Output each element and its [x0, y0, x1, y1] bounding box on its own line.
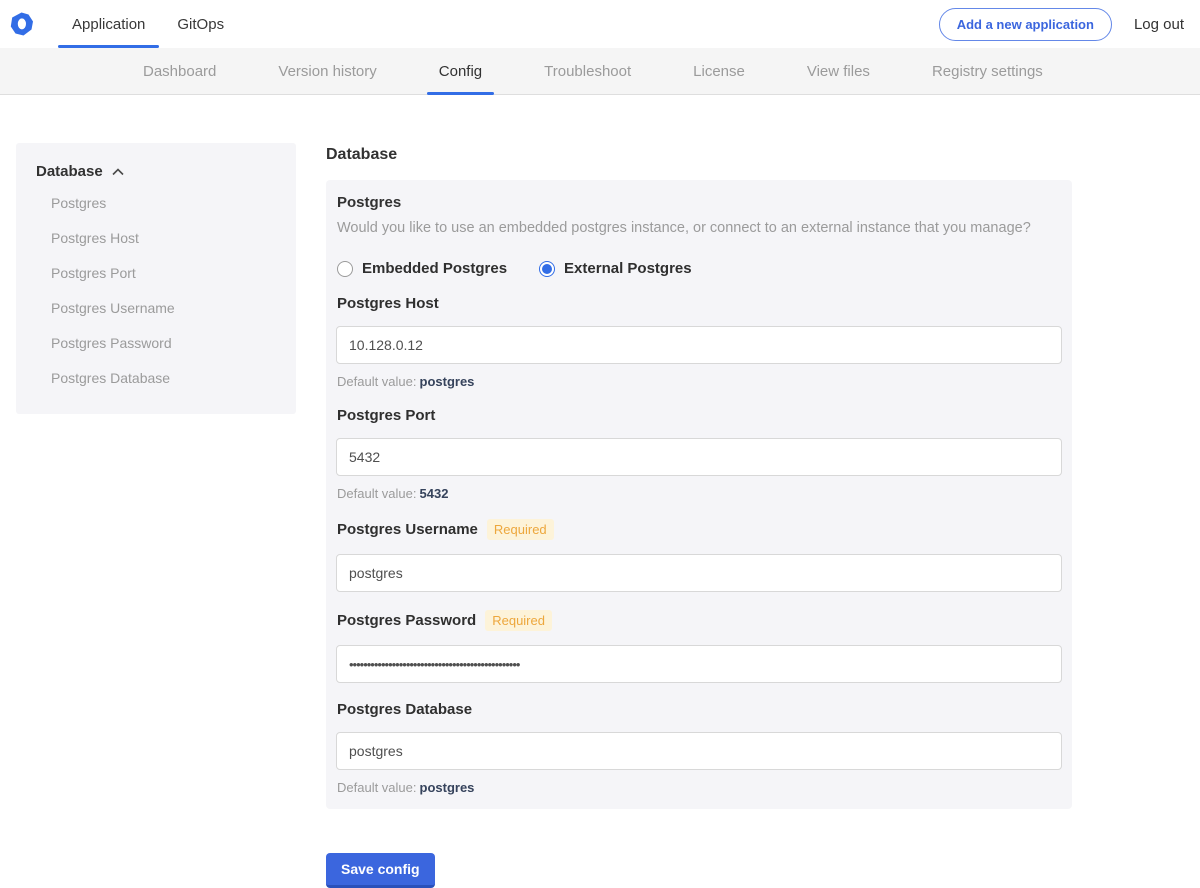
config-page: Database Postgres Postgres Host Postgres… — [0, 95, 1200, 888]
tab-troubleshoot[interactable]: Troubleshoot — [544, 48, 631, 95]
field-label-text: Postgres Database — [337, 701, 473, 718]
radio-circle-icon[interactable] — [539, 260, 556, 277]
default-value-row: Default value: 5432 — [337, 486, 1062, 501]
default-value-label: Default value: — [337, 780, 417, 795]
logout-button[interactable]: Log out — [1134, 16, 1184, 33]
default-value-label: Default value: — [337, 486, 417, 501]
sidebar-item-postgres[interactable]: Postgres — [26, 186, 286, 221]
group-help-text: Would you like to use an embedded postgr… — [337, 220, 1031, 236]
default-value: postgres — [419, 780, 475, 795]
chevron-up-icon — [112, 167, 124, 175]
field-label-text: Postgres Host — [337, 295, 439, 312]
postgres-type-radio-group: Embedded Postgres External Postgres — [337, 260, 1062, 277]
sidebar-item-postgres-host[interactable]: Postgres Host — [26, 221, 286, 256]
default-value-label: Default value: — [337, 374, 417, 389]
field-label-postgres-host: Postgres Host — [337, 295, 1062, 312]
config-main: Database Postgres Would you like to use … — [326, 143, 1072, 888]
sidebar-group-label: Database — [36, 163, 103, 180]
add-application-button[interactable]: Add a new application — [938, 7, 1112, 41]
field-label-postgres-username: Postgres Username Required — [337, 519, 1062, 540]
nav-tab-application[interactable]: Application — [56, 0, 161, 48]
group-title: Postgres — [337, 194, 402, 211]
radio-embedded-postgres[interactable]: Embedded Postgres — [337, 260, 507, 277]
default-value: 5432 — [419, 486, 449, 501]
page-title: Database — [326, 146, 398, 163]
save-config-button[interactable]: Save config — [326, 853, 435, 888]
default-value: postgres — [419, 374, 475, 389]
nav-tab-gitops[interactable]: GitOps — [161, 0, 240, 48]
field-label-postgres-database: Postgres Database — [337, 701, 1062, 718]
sidebar-item-postgres-password[interactable]: Postgres Password — [26, 326, 286, 361]
postgres-host-input[interactable] — [336, 326, 1062, 364]
tab-view-files[interactable]: View files — [807, 48, 870, 95]
radio-external-postgres[interactable]: External Postgres — [539, 260, 692, 277]
postgres-password-input[interactable] — [336, 645, 1062, 683]
required-badge: Required — [485, 610, 552, 631]
sidebar-group-database[interactable]: Database — [26, 163, 286, 180]
tab-license[interactable]: License — [693, 48, 745, 95]
tab-registry-settings[interactable]: Registry settings — [932, 48, 1043, 95]
sidebar-item-postgres-username[interactable]: Postgres Username — [26, 291, 286, 326]
field-label-text: Postgres Password — [337, 612, 477, 629]
sidebar-item-postgres-port[interactable]: Postgres Port — [26, 256, 286, 291]
field-label-text: Postgres Port — [337, 407, 436, 424]
app-logo-icon — [10, 12, 34, 36]
radio-label: Embedded Postgres — [362, 260, 508, 277]
field-label-postgres-port: Postgres Port — [337, 407, 1062, 424]
postgres-username-input[interactable] — [336, 554, 1062, 592]
default-value-row: Default value: postgres — [337, 780, 1062, 795]
postgres-database-input[interactable] — [336, 732, 1062, 770]
default-value-row: Default value: postgres — [337, 374, 1062, 389]
config-sidebar: Database Postgres Postgres Host Postgres… — [16, 143, 296, 414]
tab-dashboard[interactable]: Dashboard — [143, 48, 216, 95]
sidebar-item-postgres-database[interactable]: Postgres Database — [26, 361, 286, 396]
field-label-text: Postgres Username — [337, 521, 478, 538]
postgres-port-input[interactable] — [336, 438, 1062, 476]
radio-circle-icon[interactable] — [337, 260, 353, 277]
tab-config[interactable]: Config — [426, 48, 495, 95]
tab-version-history[interactable]: Version history — [278, 48, 376, 95]
radio-label: External Postgres — [564, 260, 692, 277]
required-badge: Required — [486, 519, 554, 540]
field-label-postgres-password: Postgres Password Required — [337, 610, 1062, 631]
top-nav: Application GitOps Add a new application… — [0, 0, 1200, 48]
app-sub-nav: Dashboard Version history Config Trouble… — [0, 48, 1200, 95]
config-group-panel: Postgres Would you like to use an embedd… — [326, 180, 1072, 809]
